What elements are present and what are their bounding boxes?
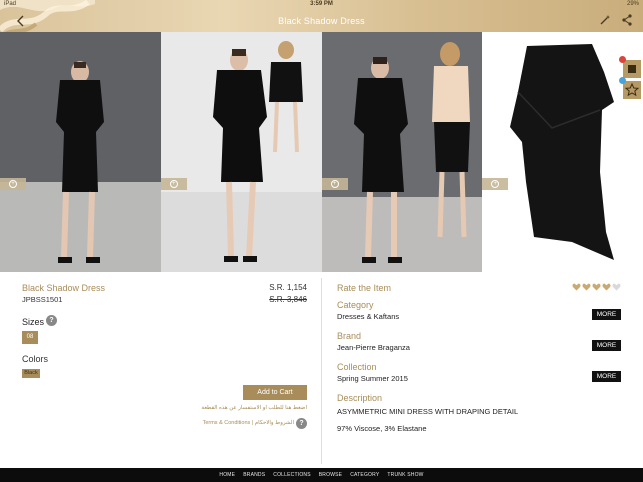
wishlist-button[interactable]: [619, 56, 641, 78]
product-info-panel: Rate the Item Category Dresses & Kaftans…: [322, 272, 643, 468]
add-to-cart-button[interactable]: Add to Cart: [243, 385, 307, 400]
sparkle-wand-icon[interactable]: [598, 13, 612, 27]
zoom-button[interactable]: +: [160, 178, 187, 190]
rating-label: Rate the Item: [337, 283, 392, 293]
runway-photo-3: [321, 32, 483, 272]
favorite-button[interactable]: [619, 77, 641, 99]
brand-more-button[interactable]: MORE: [592, 340, 621, 351]
product-name: Black Shadow Dress: [22, 283, 106, 293]
terms-link[interactable]: Terms & Conditions | الشروط والاحكام: [203, 420, 294, 426]
brand-title: Brand: [337, 331, 362, 341]
color-option[interactable]: Black: [22, 369, 40, 378]
category-value: Dresses & Kaftans: [337, 312, 400, 321]
nav-category[interactable]: CATEGORY: [350, 472, 379, 478]
gallery-image-runway-2[interactable]: +: [160, 32, 322, 272]
dress-photo: [482, 32, 643, 272]
plus-icon: +: [169, 180, 178, 188]
runway-photo-1: [0, 32, 161, 272]
runway-photo-2: [160, 32, 322, 272]
sizes-label: Sizes: [22, 317, 45, 327]
inquiry-link[interactable]: اضغط هنا للطلب او الاستفسار عن هذه القطع…: [201, 405, 307, 411]
gallery-image-product[interactable]: +: [482, 32, 643, 272]
terms-help-icon[interactable]: ?: [296, 418, 307, 429]
nav-brands[interactable]: BRANDS: [243, 472, 265, 478]
brand-value: Jean-Pierre Braganza: [337, 343, 410, 352]
collection-value: Spring Summer 2015: [337, 374, 408, 383]
description-title: Description: [337, 393, 383, 403]
colors-label: Colors: [22, 354, 49, 364]
zoom-button[interactable]: +: [482, 178, 509, 190]
status-time: 3:59 PM: [310, 1, 333, 7]
zoom-button[interactable]: +: [321, 178, 348, 190]
notification-badge: [619, 77, 626, 84]
composition-text: 97% Viscose, 3% Elastane: [337, 424, 427, 433]
device-label: iPad: [4, 1, 17, 7]
heart-icon[interactable]: [602, 283, 611, 291]
product-image-gallery[interactable]: + + + +: [0, 32, 643, 272]
collection-title: Collection: [337, 362, 377, 372]
heart-icon[interactable]: [572, 283, 581, 291]
share-icon[interactable]: [620, 13, 634, 27]
app-header: iPad 3:59 PM 29% Black Shadow Dress: [0, 0, 643, 40]
gallery-image-runway-1[interactable]: +: [0, 32, 161, 272]
nav-home[interactable]: HOME: [219, 472, 235, 478]
plus-icon: +: [9, 180, 17, 188]
product-details-panel: Black Shadow Dress JPBSS1501 S.R. 1,154 …: [0, 272, 321, 468]
nav-collections[interactable]: COLLECTIONS: [273, 472, 311, 478]
product-old-price: S.R. 3,846: [269, 295, 307, 304]
star-icon: [624, 82, 640, 97]
gallery-image-runway-3[interactable]: +: [321, 32, 483, 272]
category-title: Category: [337, 300, 374, 310]
description-text: ASYMMETRIC MINI DRESS WITH DRAPING DETAI…: [337, 407, 519, 416]
heart-icon[interactable]: [612, 283, 621, 291]
notification-badge: [619, 56, 626, 63]
heart-icon[interactable]: [592, 283, 601, 291]
collection-more-button[interactable]: MORE: [592, 371, 621, 382]
rating-hearts[interactable]: [572, 283, 621, 291]
battery-level: 29%: [626, 1, 639, 7]
heart-icon[interactable]: [582, 283, 591, 291]
nav-trunk-show[interactable]: TRUNK SHOW: [387, 472, 423, 478]
category-more-button[interactable]: MORE: [592, 309, 621, 320]
status-bar: iPad 3:59 PM 29%: [0, 0, 643, 10]
zoom-button[interactable]: +: [0, 178, 26, 190]
chevron-left-icon[interactable]: [14, 14, 28, 28]
plus-icon: +: [491, 180, 500, 188]
size-help-icon[interactable]: ?: [46, 315, 57, 326]
page-title: Black Shadow Dress: [278, 16, 365, 26]
plus-icon: +: [330, 180, 339, 188]
product-price: S.R. 1,154: [269, 283, 307, 292]
size-option[interactable]: 08: [22, 331, 38, 344]
nav-browse[interactable]: BROWSE: [319, 472, 342, 478]
bottom-navigation: HOME BRANDS COLLECTIONS BROWSE CATEGORY …: [0, 468, 643, 482]
bag-icon: [628, 65, 636, 73]
product-sku: JPBSS1501: [22, 295, 63, 304]
